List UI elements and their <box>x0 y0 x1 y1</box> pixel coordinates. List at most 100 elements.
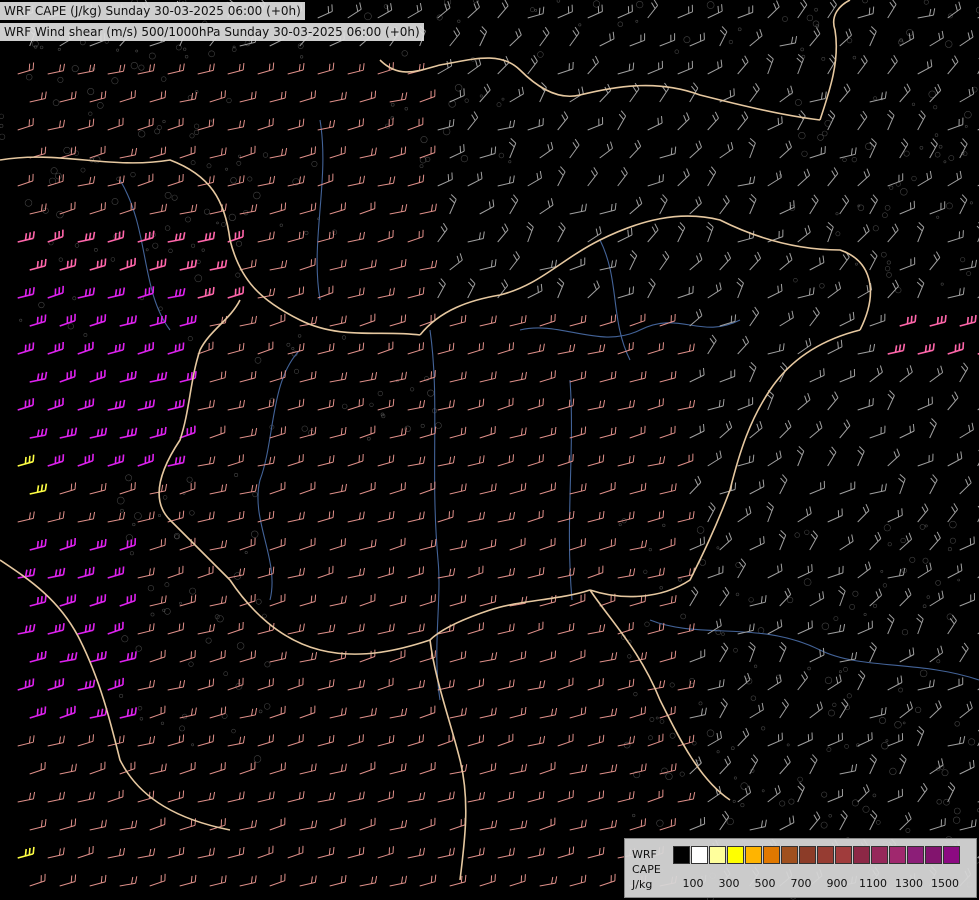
barb-feather <box>220 707 223 715</box>
barb-feather <box>96 709 100 717</box>
barb-feather <box>310 427 313 435</box>
barb-feather <box>670 371 673 379</box>
barb-feather <box>422 734 424 742</box>
barb-feather <box>268 735 271 743</box>
barb-feather <box>840 339 843 347</box>
barb-feather <box>404 146 407 154</box>
barb-feather <box>494 762 497 770</box>
barb-feather <box>40 651 43 659</box>
barb-feather <box>190 875 193 883</box>
legend-tick: 1300 <box>895 877 923 890</box>
barb-feather <box>897 509 900 518</box>
barb-feather <box>92 231 96 239</box>
barb-feather <box>310 203 313 211</box>
barb-feather <box>164 90 167 98</box>
barb-feather <box>40 484 44 492</box>
barb-feather <box>104 874 107 882</box>
barb-feather <box>224 706 227 714</box>
barb-feather <box>186 373 190 381</box>
barb-feather <box>644 706 646 714</box>
legend-swatch <box>673 846 690 864</box>
legend-swatch <box>853 846 870 864</box>
barb-feather <box>422 174 425 182</box>
barb-feather <box>96 429 100 437</box>
barb-feather <box>703 367 705 376</box>
barb-feather <box>340 203 343 211</box>
barb-feather <box>156 373 160 381</box>
barb-feather <box>302 230 305 238</box>
barb-feather <box>628 287 631 295</box>
barb-feather <box>674 370 677 378</box>
barb-feather <box>400 595 403 603</box>
barb-feather <box>28 288 31 296</box>
barb-feather <box>490 595 493 603</box>
barb-feather <box>460 315 463 323</box>
barb-feather <box>966 316 969 325</box>
barb-feather <box>554 426 557 434</box>
barb-feather <box>74 874 77 882</box>
barb-feather <box>584 314 587 322</box>
barb-feather <box>512 342 514 350</box>
barb-feather <box>584 370 587 378</box>
barb-feather <box>974 314 977 323</box>
barb-feather <box>902 343 906 351</box>
barb-feather <box>482 734 485 742</box>
barb-feather <box>216 261 220 269</box>
barb-feather <box>452 118 455 126</box>
barb-feather <box>24 680 27 688</box>
barb-feather <box>658 623 661 631</box>
barb-feather <box>130 428 134 436</box>
barb-feather <box>36 373 40 381</box>
barb-feather <box>717 5 720 13</box>
legend-swatch <box>781 846 798 864</box>
barb-feather <box>508 791 511 799</box>
barb-feather <box>661 116 663 124</box>
barb-feather <box>44 371 48 379</box>
barb-feather <box>190 260 194 268</box>
barb-feather <box>100 875 103 883</box>
barb-feather <box>284 202 287 210</box>
legend-swatch <box>709 846 726 864</box>
barb-feather <box>58 568 62 576</box>
barb-feather <box>392 566 395 574</box>
barb-feather <box>96 540 99 549</box>
barb-feather <box>220 371 223 379</box>
barb-feather <box>130 652 134 660</box>
barb-feather <box>28 63 31 71</box>
barb-feather <box>494 538 497 546</box>
barb-feather <box>88 624 91 632</box>
barb-feather <box>130 316 134 324</box>
legend-label-line-3: J/kg <box>632 878 653 891</box>
barb-feather <box>130 371 133 380</box>
barb-feather <box>358 119 361 127</box>
barb-feather <box>118 288 122 296</box>
barb-feather <box>460 875 463 883</box>
barb-feather <box>178 400 181 408</box>
barb-feather <box>212 231 216 239</box>
barb-feather <box>212 286 215 295</box>
barb-feather <box>24 289 28 297</box>
barb-feather <box>430 875 433 883</box>
barb-feather <box>780 283 783 291</box>
barb-feather <box>224 259 228 267</box>
barb-feather <box>182 622 185 630</box>
barb-feather <box>537 285 539 293</box>
barb-feather <box>640 819 643 827</box>
barb-feather <box>92 734 94 742</box>
barb-feather <box>314 146 316 154</box>
barb-feather <box>662 510 665 518</box>
barb-feather <box>568 399 571 407</box>
barb-feather <box>932 343 935 351</box>
barb-feather <box>490 147 493 155</box>
legend-label-line-2: CAPE <box>632 863 661 876</box>
barb-feather <box>242 62 245 71</box>
barb-feather <box>632 678 635 686</box>
barb-feather <box>36 260 39 268</box>
barb-feather <box>388 455 391 463</box>
barb-feather <box>434 874 437 882</box>
legend-label-line-1: WRF <box>632 848 657 861</box>
barb-feather <box>164 426 167 434</box>
barb-feather <box>478 623 481 631</box>
barb-feather <box>182 790 185 798</box>
barb-feather <box>508 343 511 351</box>
